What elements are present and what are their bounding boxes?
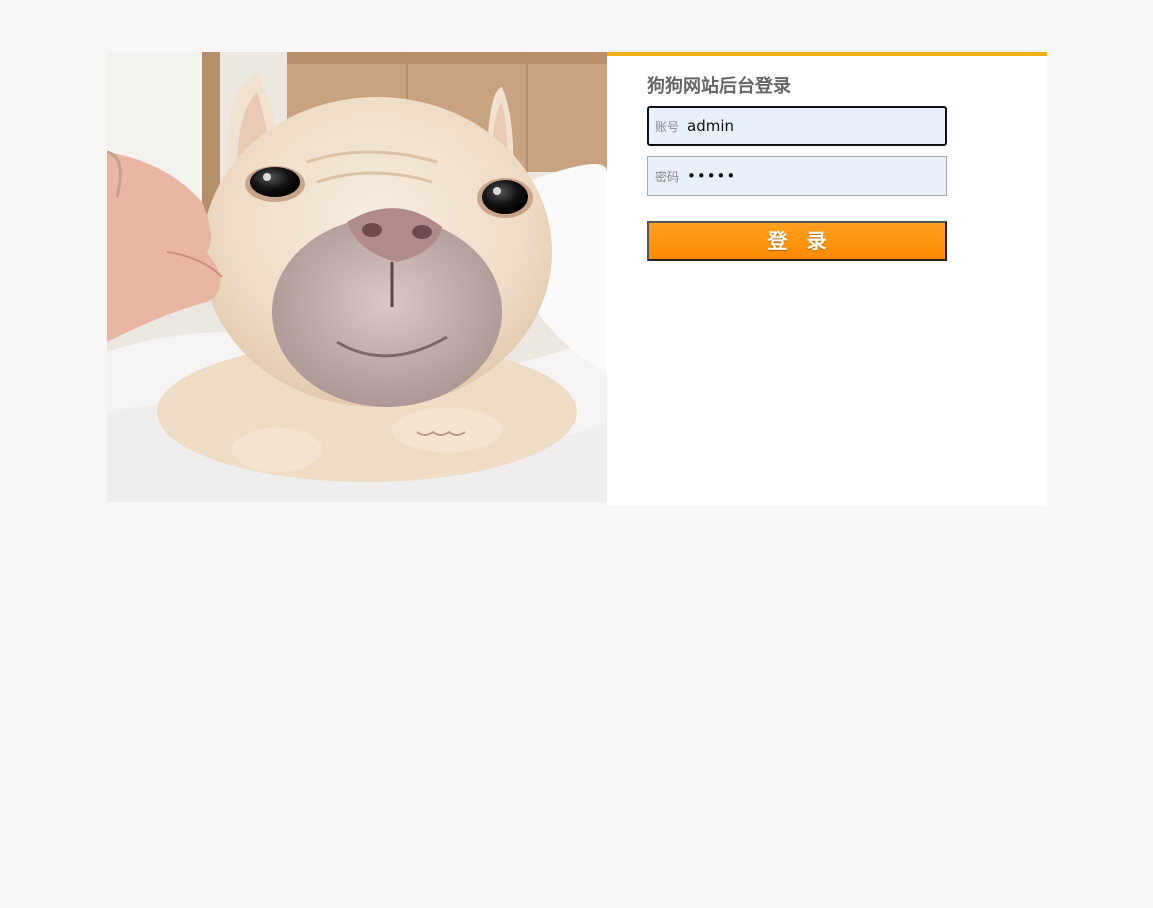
page: 狗狗网站后台登录 账号 密码 ••••• 登 录 [0, 0, 1153, 908]
login-box: 狗狗网站后台登录 账号 密码 ••••• 登 录 [107, 52, 1047, 506]
username-field[interactable]: 账号 [647, 106, 947, 146]
dog-photo-illustration [107, 52, 607, 502]
password-field[interactable]: 密码 ••••• [647, 156, 947, 196]
username-input[interactable] [687, 117, 927, 135]
username-label: 账号 [655, 119, 680, 134]
password-input[interactable]: ••••• [687, 167, 927, 185]
login-title: 狗狗网站后台登录 [647, 76, 791, 97]
password-label: 密码 [655, 169, 680, 184]
dog-photo [107, 52, 607, 502]
login-button[interactable]: 登 录 [647, 221, 947, 261]
login-panel: 狗狗网站后台登录 账号 密码 ••••• 登 录 [607, 52, 1047, 506]
